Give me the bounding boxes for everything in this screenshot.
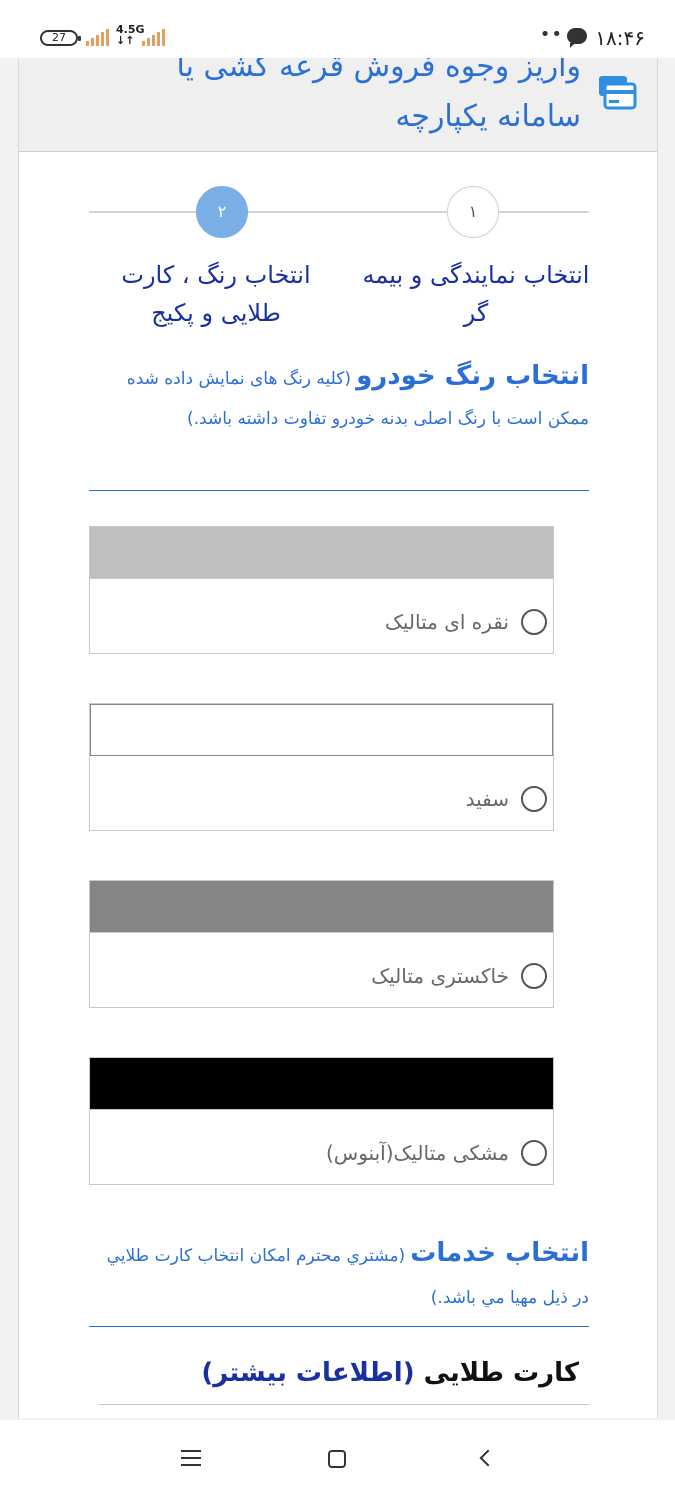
stepper-track	[89, 211, 589, 213]
battery-indicator: 27	[40, 30, 81, 46]
app-root: 27 4.5G ↓↑ •• ۱۸:۴۶ واریز وجوه فروش قرعه…	[0, 0, 675, 1500]
color-option-row: نقره ای متالیک	[385, 609, 547, 635]
signal-strength-icon	[86, 26, 109, 46]
step-2-label: انتخاب رنگ ، کارت طلایی و پکیج	[121, 261, 311, 327]
color-section-title: انتخاب رنگ خودرو	[356, 361, 589, 391]
color-option-row: سفید	[466, 786, 547, 812]
recent-apps-icon[interactable]	[181, 1450, 201, 1466]
card-header: واریز وجوه فروش قرعه کشی یا سامانه یکپار…	[19, 58, 657, 152]
color-option-gray[interactable]: خاکستری متالیک	[89, 880, 554, 1008]
color-section-heading: انتخاب رنگ خودرو (کلیه رنگ های نمایش داد…	[89, 356, 589, 439]
signal-strength-icon-2	[142, 26, 165, 46]
gold-card-title: کارت طلایی	[423, 1358, 579, 1388]
page-title: واریز وجوه فروش قرعه کشی یا سامانه یکپار…	[176, 58, 581, 134]
gold-card-row: کارت طلایی (اطلاعات بیشتر)	[89, 1348, 579, 1398]
back-icon[interactable]	[479, 1449, 497, 1467]
gold-card-more-info-link[interactable]: (اطلاعات بیشتر)	[201, 1358, 414, 1388]
color-label-gray: خاکستری متالیک	[371, 964, 509, 988]
color-radio-black[interactable]	[521, 1140, 547, 1166]
home-icon[interactable]	[328, 1450, 346, 1468]
clock: ۱۸:۴۶	[595, 26, 645, 50]
color-label-white: سفید	[465, 787, 509, 811]
color-label-silver: نقره ای متالیک	[385, 610, 509, 634]
system-navigation-bar	[0, 1420, 675, 1500]
color-option-row: مشکی متالیک(آبنوس)	[326, 1140, 547, 1166]
color-radio-gray[interactable]	[521, 963, 547, 989]
network-type: 4.5G ↓↑	[116, 23, 145, 47]
color-radio-white[interactable]	[521, 786, 547, 812]
color-swatch-black	[90, 1058, 553, 1110]
color-label-black: مشکی متالیک(آبنوس)	[325, 1141, 509, 1165]
status-bar: 27 4.5G ↓↑ •• ۱۸:۴۶	[0, 0, 675, 58]
color-option-black[interactable]: مشکی متالیک(آبنوس)	[89, 1057, 554, 1185]
section-divider	[89, 1326, 589, 1327]
color-radio-silver[interactable]	[521, 609, 547, 635]
notification-dots: ••	[539, 24, 563, 45]
gold-card-divider	[99, 1404, 589, 1405]
color-option-white[interactable]: سفید	[89, 703, 554, 831]
color-swatch-white	[90, 704, 553, 756]
credit-card-icon	[599, 76, 637, 110]
main-card: واریز وجوه فروش قرعه کشی یا سامانه یکپار…	[18, 58, 658, 1418]
services-section-title: انتخاب خدمات	[410, 1238, 589, 1268]
color-option-silver[interactable]: نقره ای متالیک	[89, 526, 554, 654]
color-option-row: خاکستری متالیک	[371, 963, 547, 989]
step-1-circle[interactable]: ۱	[447, 186, 499, 238]
color-swatch-silver	[90, 527, 553, 579]
step-1-label: انتخاب نمایندگی و بیمه گر	[362, 261, 590, 327]
chat-notification-icon	[567, 28, 587, 48]
services-section-heading: انتخاب خدمات (مشتري محترم امکان انتخاب ک…	[89, 1232, 589, 1319]
step-2-circle[interactable]: ۲	[196, 186, 248, 238]
color-swatch-gray	[90, 881, 553, 933]
section-divider	[89, 490, 589, 491]
